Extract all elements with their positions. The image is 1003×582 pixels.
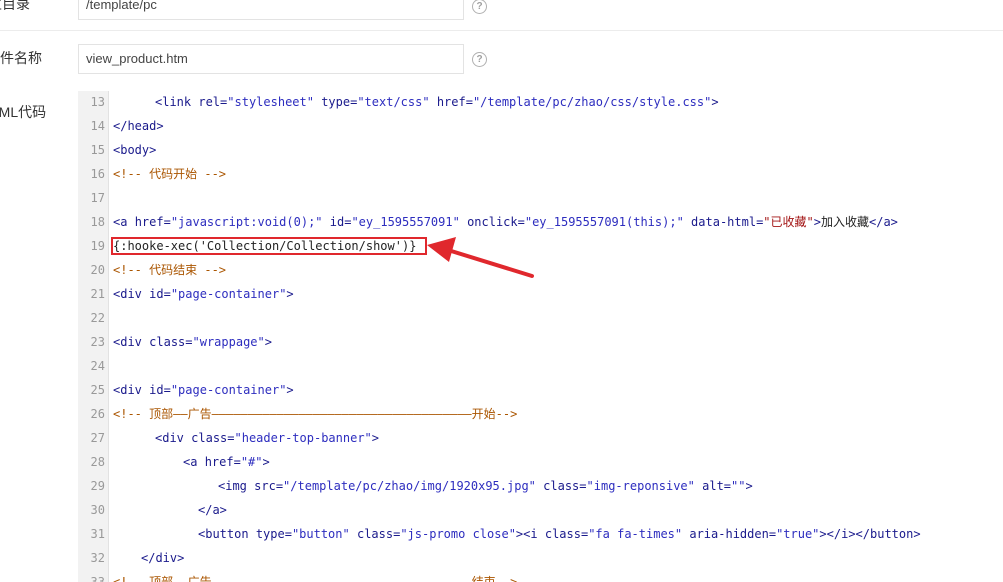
field-label-directory: 主目录	[0, 0, 30, 12]
code-line: 23 <div class="wrappage">	[78, 330, 1003, 354]
code-line: 29 <img src="/template/pc/zhao/img/1920x9…	[78, 474, 1003, 498]
code-line: 22	[78, 306, 1003, 330]
code-line: 26 <!-- 顶部——广告———————————————————————————…	[78, 402, 1003, 426]
line-number: 19	[90, 239, 105, 253]
code-line: 31 <button type="button" class="js-promo …	[78, 522, 1003, 546]
line-number: 32	[90, 551, 105, 565]
code-line: 25 <div id="page-container">	[78, 378, 1003, 402]
line-number: 31	[90, 527, 105, 541]
highlight-box	[111, 237, 427, 255]
code-line: 13 <link rel="stylesheet" type="text/css"…	[78, 91, 1003, 114]
code-text: <!-- 代码开始 -->	[113, 167, 227, 181]
code-text: <img src="/template/pc/zhao/img/1920x95.…	[218, 479, 753, 493]
code-text: <!-- 顶部——广告—————————————————————————————…	[113, 407, 518, 421]
code-text: <!-- 顶部——广告—————————————————————————————…	[113, 575, 518, 582]
line-number: 15	[90, 143, 105, 157]
filename-input[interactable]: view_product.htm	[78, 44, 464, 74]
code-text: <div class="wrappage">	[113, 335, 272, 349]
code-line: 18 <a href="javascript:void(0);" id="ey_1…	[78, 210, 1003, 234]
code-editor[interactable]: 13 <link rel="stylesheet" type="text/css"…	[78, 91, 1003, 582]
line-number: 24	[90, 359, 105, 373]
code-text: <div class="header-top-banner">	[155, 431, 380, 445]
line-number: 21	[90, 287, 105, 301]
code-text: <!-- 代码结束 -->	[113, 263, 227, 277]
code-text: </div>	[141, 551, 185, 565]
code-line: 17	[78, 186, 1003, 210]
line-number: 30	[90, 503, 105, 517]
code-text: <link rel="stylesheet" type="text/css" h…	[155, 95, 719, 109]
code-line: 27 <div class="header-top-banner">	[78, 426, 1003, 450]
line-number: 20	[90, 263, 105, 277]
line-number: 27	[90, 431, 105, 445]
code-line: 28 <a href="#">	[78, 450, 1003, 474]
line-number: 29	[90, 479, 105, 493]
question-circle-icon[interactable]: ?	[472, 0, 487, 14]
divider	[0, 30, 1003, 31]
code-line: 24	[78, 354, 1003, 378]
code-line: 32 </div>	[78, 546, 1003, 570]
line-number: 22	[90, 311, 105, 325]
line-number: 16	[90, 167, 105, 181]
line-number: 33	[90, 575, 105, 582]
code-text: </a>	[198, 503, 227, 517]
code-line: 16 <!-- 代码开始 -->	[78, 162, 1003, 186]
code-text: <a href="#">	[183, 455, 270, 469]
code-line: 21 <div id="page-container">	[78, 282, 1003, 306]
line-number: 18	[90, 215, 105, 229]
field-label-filename: 文件名称	[0, 50, 42, 66]
code-text: <div id="page-container">	[113, 383, 294, 397]
code-text: </head>	[113, 119, 164, 133]
code-line: 14 </head>	[78, 114, 1003, 138]
question-circle-icon[interactable]: ?	[472, 52, 487, 67]
line-number: 17	[90, 191, 105, 205]
directory-input[interactable]: /template/pc	[78, 0, 464, 20]
line-number: 13	[90, 95, 105, 109]
field-label-html-code: HTML代码	[0, 104, 47, 120]
code-line: 20 <!-- 代码结束 -->	[78, 258, 1003, 282]
line-number: 26	[90, 407, 105, 421]
line-number: 25	[90, 383, 105, 397]
code-text: <button type="button" class="js-promo cl…	[198, 527, 921, 541]
line-number: 23	[90, 335, 105, 349]
code-text: <div id="page-container">	[113, 287, 294, 301]
line-number: 28	[90, 455, 105, 469]
code-line: 33 <!-- 顶部——广告———————————————————————————…	[78, 570, 1003, 582]
code-line: 15 <body>	[78, 138, 1003, 162]
line-number: 14	[90, 119, 105, 133]
code-text: <a href="javascript:void(0);" id="ey_159…	[113, 215, 898, 229]
code-text: <body>	[113, 143, 157, 157]
code-line: 30 </a>	[78, 498, 1003, 522]
